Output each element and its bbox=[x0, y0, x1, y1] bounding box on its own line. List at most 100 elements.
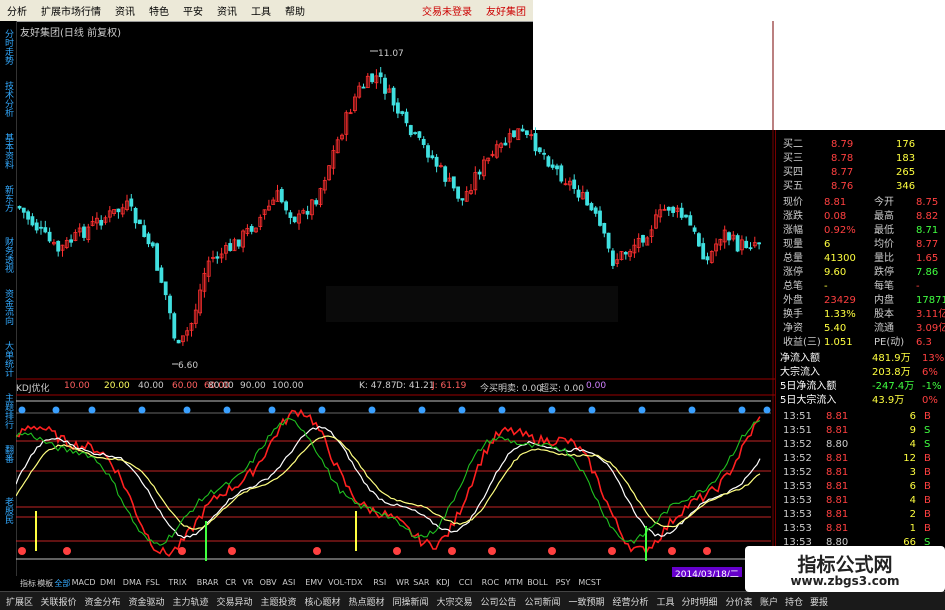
flow-value: 481.9万 bbox=[872, 353, 911, 364]
indicator-tab[interactable]: TRIX bbox=[168, 578, 186, 587]
menu-item[interactable]: 帮助 bbox=[278, 3, 312, 18]
indicator-tab[interactable]: EMV bbox=[305, 578, 322, 587]
left-tab[interactable]: 翻番 bbox=[3, 445, 13, 463]
footer-tab[interactable]: 大宗交易 bbox=[437, 595, 473, 608]
footer-tab[interactable]: 同操新闻 bbox=[393, 595, 429, 608]
left-tab[interactable]: 技术分析 bbox=[3, 81, 13, 117]
menu-item[interactable]: 资讯 bbox=[108, 3, 142, 18]
bid-label: 买四 bbox=[783, 167, 803, 178]
quote-label: 量比 bbox=[874, 253, 894, 264]
indicator-tab[interactable]: MCST bbox=[578, 578, 600, 587]
footer-tab[interactable]: 扩展区 bbox=[6, 595, 33, 608]
bid-price: 8.79 bbox=[831, 139, 854, 150]
quote-value: 1.33% bbox=[824, 309, 856, 320]
indicator-tab[interactable]: MTM bbox=[504, 578, 523, 587]
candle-body bbox=[671, 206, 675, 213]
footer-tab[interactable]: 经营分析 bbox=[613, 595, 649, 608]
indicator-tab[interactable]: BOLL bbox=[527, 578, 548, 587]
signal-dot bbox=[183, 406, 191, 414]
indicator-tab[interactable]: CR bbox=[225, 578, 236, 587]
indicator-tab[interactable]: ROC bbox=[482, 578, 499, 587]
indicator-tab[interactable]: SAR bbox=[413, 578, 429, 587]
quote-label: 今开 bbox=[874, 197, 894, 208]
footer-tab[interactable]: 账户 bbox=[760, 595, 778, 608]
flow-label: 5日大宗流入 bbox=[780, 395, 837, 406]
bid-row: 买二 8.79 176 bbox=[776, 138, 945, 152]
flow-value: -247.4万 bbox=[872, 381, 915, 392]
footer-tab[interactable]: 资金分布 bbox=[85, 595, 121, 608]
indicator-tab[interactable]: DMA bbox=[123, 578, 142, 587]
candle-body bbox=[512, 130, 516, 138]
menu-item[interactable]: 特色 bbox=[142, 3, 176, 18]
indicator-tab[interactable]: FSL bbox=[146, 578, 160, 587]
candle-body bbox=[292, 216, 297, 223]
footer-tab[interactable]: 公司公告 bbox=[481, 595, 517, 608]
footer-tab[interactable]: 持仓 bbox=[785, 595, 803, 608]
left-tab[interactable]: 新东方 bbox=[3, 185, 13, 212]
footer-tab[interactable]: 资金驱动 bbox=[129, 595, 165, 608]
indicator-tab[interactable]: ASI bbox=[282, 578, 295, 587]
indicator-tab[interactable]: 全部 bbox=[54, 578, 70, 589]
candle-body bbox=[116, 208, 121, 213]
footer-tab[interactable]: 关联报价 bbox=[41, 595, 77, 608]
candle-body bbox=[69, 239, 73, 243]
footer-tab[interactable]: 分价表 bbox=[726, 595, 753, 608]
candle-body bbox=[430, 155, 435, 159]
indicator-tab[interactable]: KDJ bbox=[436, 578, 450, 587]
quote-value: 9.60 bbox=[824, 267, 847, 278]
left-tab[interactable]: 分时走势 bbox=[3, 29, 13, 65]
footer-tab[interactable]: 主题投资 bbox=[261, 595, 297, 608]
left-tab[interactable]: 基本资料 bbox=[3, 133, 13, 169]
indicator-tab[interactable]: BRAR bbox=[197, 578, 219, 587]
signal-dot bbox=[548, 406, 556, 414]
bid-volume: 346 bbox=[896, 181, 916, 192]
indicator-tab[interactable]: PSY bbox=[556, 578, 571, 587]
footer-tab[interactable]: 核心题材 bbox=[305, 595, 341, 608]
menu-item[interactable]: 扩展市场行情 bbox=[34, 3, 108, 18]
indicator-tab[interactable]: WR bbox=[396, 578, 409, 587]
login-link[interactable]: 交易未登录 bbox=[415, 3, 479, 18]
indicator-tab[interactable]: VR bbox=[242, 578, 253, 587]
signal-dot bbox=[763, 406, 771, 414]
indicator-tab[interactable]: DMI bbox=[100, 578, 115, 587]
indicator-tab[interactable]: 指标 bbox=[20, 578, 36, 589]
tick-row: 13:53 8.81 6 B bbox=[776, 480, 945, 494]
footer-tab[interactable]: 分时明细 bbox=[682, 595, 718, 608]
signal-dot bbox=[313, 547, 321, 555]
footer-tab[interactable]: 主力轨迹 bbox=[173, 595, 209, 608]
quote-label: 净资 bbox=[783, 323, 803, 334]
footer-tab[interactable]: 公司新闻 bbox=[525, 595, 561, 608]
footer-tab[interactable]: 工具 bbox=[657, 595, 675, 608]
footer-tab[interactable]: 热点题材 bbox=[349, 595, 385, 608]
footer-tab[interactable]: 要报 bbox=[810, 595, 828, 608]
tick-time: 13:52 bbox=[783, 467, 812, 478]
menu-item[interactable]: 平安 bbox=[176, 3, 210, 18]
site-link[interactable]: 友好集团 bbox=[479, 3, 533, 18]
candle-body bbox=[395, 102, 400, 114]
left-tab[interactable]: 资金流向 bbox=[3, 289, 13, 325]
indicator-tab[interactable]: CCI bbox=[459, 578, 473, 587]
indicator-tab[interactable]: VOL-TDX bbox=[328, 578, 363, 587]
indicator-tab[interactable]: RSI bbox=[373, 578, 386, 587]
menu-item[interactable]: 资讯 bbox=[210, 3, 244, 18]
left-tab[interactable]: 财务透视 bbox=[3, 237, 13, 273]
footer-tab[interactable]: 一致预期 bbox=[569, 595, 605, 608]
candle-body bbox=[56, 240, 61, 252]
left-tab[interactable]: 主题排行 bbox=[3, 393, 13, 429]
footer-tab[interactable]: 交易异动 bbox=[217, 595, 253, 608]
menu-item[interactable]: 分析 bbox=[0, 3, 34, 18]
indicator-tab[interactable]: OBV bbox=[260, 578, 277, 587]
indicator-tab[interactable]: 模板 bbox=[37, 578, 53, 589]
indicator-tab[interactable]: MACD bbox=[72, 578, 96, 587]
kdj-header: KDJ优化 10.00 20.00 40.00 60.00 60.00 80.0… bbox=[16, 380, 776, 394]
signal-dot bbox=[138, 406, 146, 414]
signal-dot bbox=[178, 547, 186, 555]
left-tab[interactable]: 大单统计 bbox=[3, 341, 13, 377]
tick-time: 13:53 bbox=[783, 495, 812, 506]
left-tab[interactable]: 老股民 bbox=[3, 497, 13, 524]
menu-item[interactable]: 工具 bbox=[244, 3, 278, 18]
tick-time: 13:52 bbox=[783, 439, 812, 450]
candle-body bbox=[421, 138, 426, 145]
quote-value: 0.08 bbox=[824, 211, 847, 222]
tick-side: B bbox=[924, 467, 931, 478]
